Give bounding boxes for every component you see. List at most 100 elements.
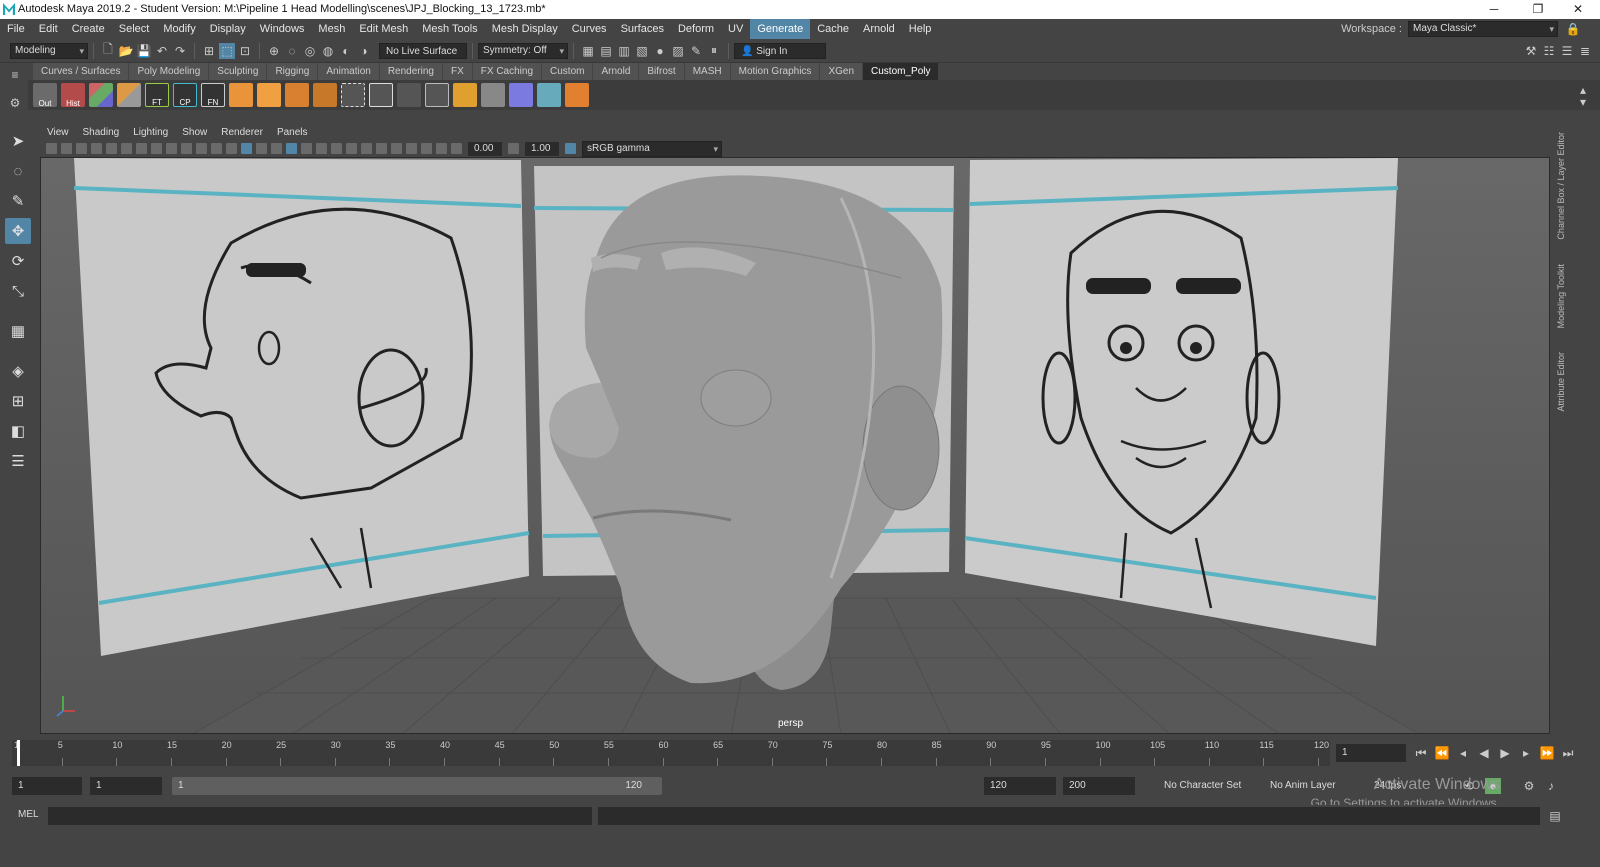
shelf-tab-bifrost[interactable]: Bifrost xyxy=(639,63,685,80)
new-scene-icon[interactable]: 🗋 xyxy=(100,42,116,59)
shelf-tab-fx[interactable]: FX xyxy=(442,63,473,80)
shelf-out-button[interactable]: Out xyxy=(33,83,57,108)
menu-arnold[interactable]: Arnold xyxy=(856,19,902,39)
ambient-occlusion-icon[interactable] xyxy=(331,143,342,154)
image-plane-icon[interactable] xyxy=(76,143,87,154)
two-view-icon[interactable]: ◧ xyxy=(5,418,31,444)
shelf-tab-arnold[interactable]: Arnold xyxy=(593,63,640,80)
gate-mask-icon[interactable] xyxy=(166,143,177,154)
menu-display[interactable]: Display xyxy=(203,19,253,39)
shelf-tab-rigging[interactable]: Rigging xyxy=(267,63,319,80)
xray-active-icon[interactable] xyxy=(421,143,432,154)
shadows-icon[interactable] xyxy=(316,143,327,154)
menu-surfaces[interactable]: Surfaces xyxy=(614,19,671,39)
menu-modify[interactable]: Modify xyxy=(156,19,202,39)
move-tool-icon[interactable]: ✥ xyxy=(5,218,31,244)
exposure-icon[interactable] xyxy=(451,143,462,154)
panel-menu-panels[interactable]: Panels xyxy=(270,127,315,138)
shelf-tab-xgen[interactable]: XGen xyxy=(820,63,864,80)
depth-of-field-icon[interactable] xyxy=(376,143,387,154)
lock-icon[interactable]: 🔒 xyxy=(1565,21,1581,37)
grease-pencil-icon[interactable] xyxy=(106,143,117,154)
multi-cut-icon[interactable] xyxy=(369,83,393,107)
shelf-tab-custom[interactable]: Custom xyxy=(542,63,594,80)
select-hierarchy-icon[interactable]: ⊞ xyxy=(201,43,217,59)
save-scene-icon[interactable]: 💾 xyxy=(136,43,152,59)
menu-curves[interactable]: Curves xyxy=(565,19,614,39)
bridge-icon[interactable] xyxy=(313,83,337,107)
vertex-mode-icon[interactable] xyxy=(341,83,365,107)
menu-mesh-tools[interactable]: Mesh Tools xyxy=(415,19,484,39)
extrude-icon[interactable] xyxy=(229,83,253,107)
smooth-mesh-icon[interactable] xyxy=(509,83,533,107)
menu-uv[interactable]: UV xyxy=(721,19,750,39)
menu-file[interactable]: File xyxy=(0,19,32,39)
mode-dropdown[interactable]: Modeling xyxy=(10,42,88,59)
mel-label[interactable]: MEL xyxy=(18,809,39,820)
perspective-viewport[interactable]: persp xyxy=(40,157,1550,734)
step-back-frame-icon[interactable]: ◂ xyxy=(1455,745,1471,761)
select-tool-icon[interactable]: ➤ xyxy=(5,128,31,154)
time-slider[interactable]: 1510152025303540455055606570758085909510… xyxy=(0,734,1600,770)
shelf-tab-curves-surfaces[interactable]: Curves / Surfaces xyxy=(33,63,130,80)
hypershade-icon[interactable]: ● xyxy=(652,43,668,59)
timeline-ruler[interactable]: 1510152025303540455055606570758085909510… xyxy=(12,740,1330,766)
color-management-icon[interactable] xyxy=(565,143,576,154)
go-to-end-icon[interactable]: ⏭ xyxy=(1560,745,1576,761)
safe-title-icon[interactable] xyxy=(211,143,222,154)
shelf-tab-animation[interactable]: Animation xyxy=(318,63,380,80)
select-object-icon[interactable]: ⬚ xyxy=(219,42,235,59)
shelf-ft-button[interactable]: FT xyxy=(145,83,169,107)
close-button[interactable]: ✕ xyxy=(1560,0,1596,19)
shelf-tab-rendering[interactable]: Rendering xyxy=(379,63,443,80)
menu-cache[interactable]: Cache xyxy=(810,19,856,39)
motion-blur-icon[interactable] xyxy=(346,143,357,154)
resolution-gate-icon[interactable] xyxy=(151,143,162,154)
start-time-field[interactable]: 1 xyxy=(12,777,82,795)
gamma-icon[interactable] xyxy=(508,143,519,154)
render-settings-icon[interactable]: ▧ xyxy=(634,43,650,59)
shelf-hist-button[interactable]: Hist xyxy=(61,83,85,108)
anim-end-field[interactable]: 200 xyxy=(1063,777,1135,795)
tool-settings-icon[interactable]: ☰ xyxy=(1559,43,1575,59)
range-slider-bar[interactable]: 1 120 xyxy=(172,777,662,795)
shelf-tab-custom-poly[interactable]: Custom_Poly xyxy=(863,63,940,80)
undo-icon[interactable]: ↶ xyxy=(154,43,170,59)
safe-action-icon[interactable] xyxy=(196,143,207,154)
panel-menu-show[interactable]: Show xyxy=(175,127,214,138)
retopo-icon[interactable] xyxy=(565,83,589,107)
2d-pan-zoom-icon[interactable] xyxy=(91,143,102,154)
insert-edge-loop-icon[interactable] xyxy=(453,83,477,107)
film-gate-icon[interactable] xyxy=(136,143,147,154)
step-forward-key-icon[interactable]: ⏩ xyxy=(1539,745,1555,761)
menu-select[interactable]: Select xyxy=(112,19,157,39)
modeling-toolkit-tab[interactable]: Modeling Toolkit xyxy=(1556,264,1566,328)
camera-bookmark-icon[interactable] xyxy=(61,143,72,154)
planar-uv-icon[interactable] xyxy=(89,83,113,107)
textured-icon[interactable] xyxy=(286,143,297,154)
menu-help[interactable]: Help xyxy=(902,19,939,39)
live-surface-field[interactable]: No Live Surface xyxy=(379,42,467,59)
knife-icon[interactable] xyxy=(397,83,421,107)
panel-menu-lighting[interactable]: Lighting xyxy=(126,127,175,138)
exposure-field[interactable]: 0.00 xyxy=(468,141,502,156)
menu-windows[interactable]: Windows xyxy=(253,19,312,39)
persp-layout-icon[interactable]: ◈ xyxy=(5,358,31,384)
end-time-field[interactable]: 120 xyxy=(984,777,1056,795)
shelf-menu-icon[interactable]: ≡ xyxy=(7,67,23,83)
menu-edit-mesh[interactable]: Edit Mesh xyxy=(352,19,415,39)
snap-grid-icon[interactable]: ⊕ xyxy=(266,43,282,59)
lasso-tool-icon[interactable]: ◌ xyxy=(5,158,31,184)
attribute-editor-tab[interactable]: Attribute Editor xyxy=(1556,352,1566,412)
shelf-tab-fx-caching[interactable]: FX Caching xyxy=(472,63,543,80)
workspace-dropdown[interactable]: Maya Classic* xyxy=(1408,21,1558,37)
play-forward-icon[interactable]: ▶ xyxy=(1497,745,1513,761)
step-back-key-icon[interactable]: ⏪ xyxy=(1434,745,1450,761)
shelf-cp-button[interactable]: CP xyxy=(173,83,197,107)
snap-point-icon[interactable]: ◎ xyxy=(302,43,318,59)
outliner-layout-icon[interactable]: ☰ xyxy=(5,448,31,474)
script-editor-icon[interactable]: ▤ xyxy=(1547,808,1563,824)
character-set-dropdown[interactable]: No Character Set xyxy=(1158,777,1258,795)
symmetry-dropdown[interactable]: Symmetry: Off xyxy=(478,42,568,59)
bevel-icon[interactable] xyxy=(285,83,309,107)
